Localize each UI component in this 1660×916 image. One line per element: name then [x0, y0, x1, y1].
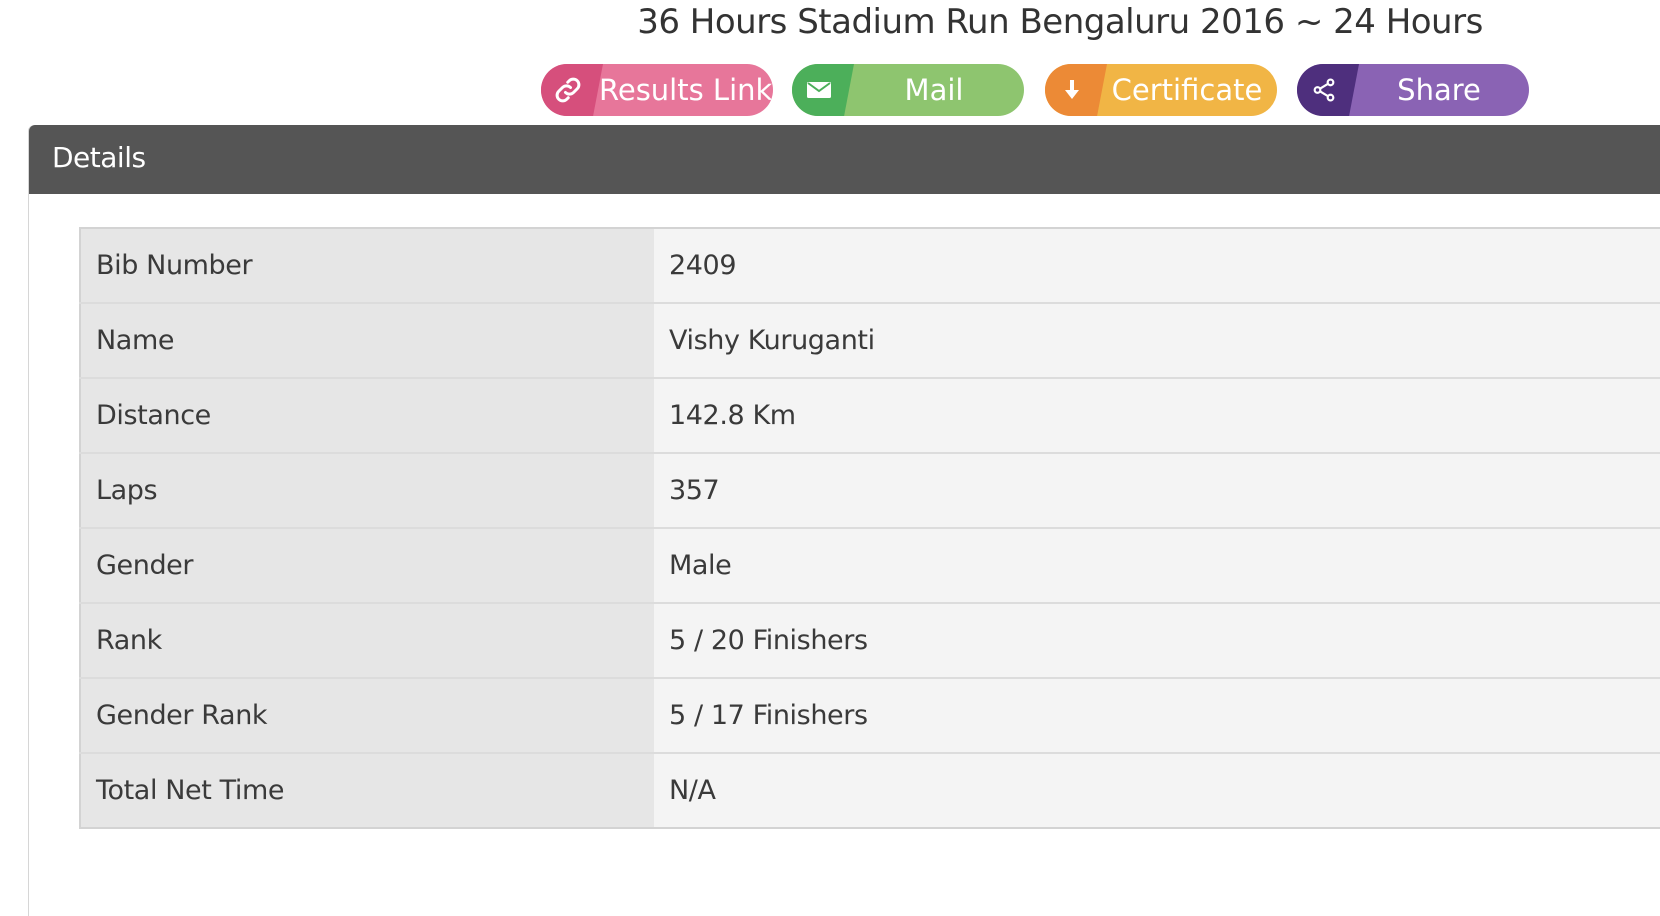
mail-label: Mail	[904, 73, 964, 107]
table-row-total-net-time: Total Net Time N/A	[80, 753, 1660, 828]
link-icon	[541, 64, 603, 116]
row-label: Rank	[80, 603, 654, 679]
table-row-name: Name Vishy Kuruganti	[80, 303, 1660, 379]
panel-title: Details	[29, 125, 1660, 194]
share-button[interactable]: Share	[1297, 64, 1529, 116]
mail-button[interactable]: Mail	[792, 64, 1024, 116]
certificate-button[interactable]: Certificate	[1045, 64, 1277, 116]
row-value: 5 / 17 Finishers	[654, 678, 1660, 754]
row-value: 5 / 20 Finishers	[654, 603, 1660, 679]
row-label: Bib Number	[80, 228, 654, 304]
results-link-label: Results Link	[599, 73, 773, 107]
row-value: 142.8 Km	[654, 378, 1660, 454]
details-panel: Details Bib Number 2409 Name Vishy Kurug…	[28, 125, 1660, 916]
row-label: Total Net Time	[80, 753, 654, 828]
table-row-bib-number: Bib Number 2409	[80, 228, 1660, 304]
row-label: Gender Rank	[80, 678, 654, 754]
results-link-button[interactable]: Results Link	[541, 64, 773, 116]
table-row-laps: Laps 357	[80, 453, 1660, 529]
event-title: 36 Hours Stadium Run Bengaluru 2016 ~ 24…	[637, 2, 1483, 42]
row-value: Male	[654, 528, 1660, 604]
table-row-distance: Distance 142.8 Km	[80, 378, 1660, 454]
page: 36 Hours Stadium Run Bengaluru 2016 ~ 24…	[0, 0, 1660, 916]
table-row-gender-rank: Gender Rank 5 / 17 Finishers	[80, 678, 1660, 754]
row-label: Distance	[80, 378, 654, 454]
row-label: Name	[80, 303, 654, 379]
download-arrow-icon	[1045, 64, 1107, 116]
table-row-rank: Rank 5 / 20 Finishers	[80, 603, 1660, 679]
row-value: 2409	[654, 228, 1660, 304]
row-value: N/A	[654, 753, 1660, 828]
row-label: Laps	[80, 453, 654, 529]
share-label: Share	[1397, 73, 1481, 107]
row-value: 357	[654, 453, 1660, 529]
certificate-label: Certificate	[1111, 73, 1263, 107]
row-value: Vishy Kuruganti	[654, 303, 1660, 379]
mail-icon	[792, 64, 854, 116]
row-label: Gender	[80, 528, 654, 604]
share-icon	[1297, 64, 1359, 116]
action-bar: Results Link Mail Certificate Share	[0, 64, 1660, 116]
table-row-gender: Gender Male	[80, 528, 1660, 604]
details-table: Bib Number 2409 Name Vishy Kuruganti Dis…	[79, 227, 1660, 829]
